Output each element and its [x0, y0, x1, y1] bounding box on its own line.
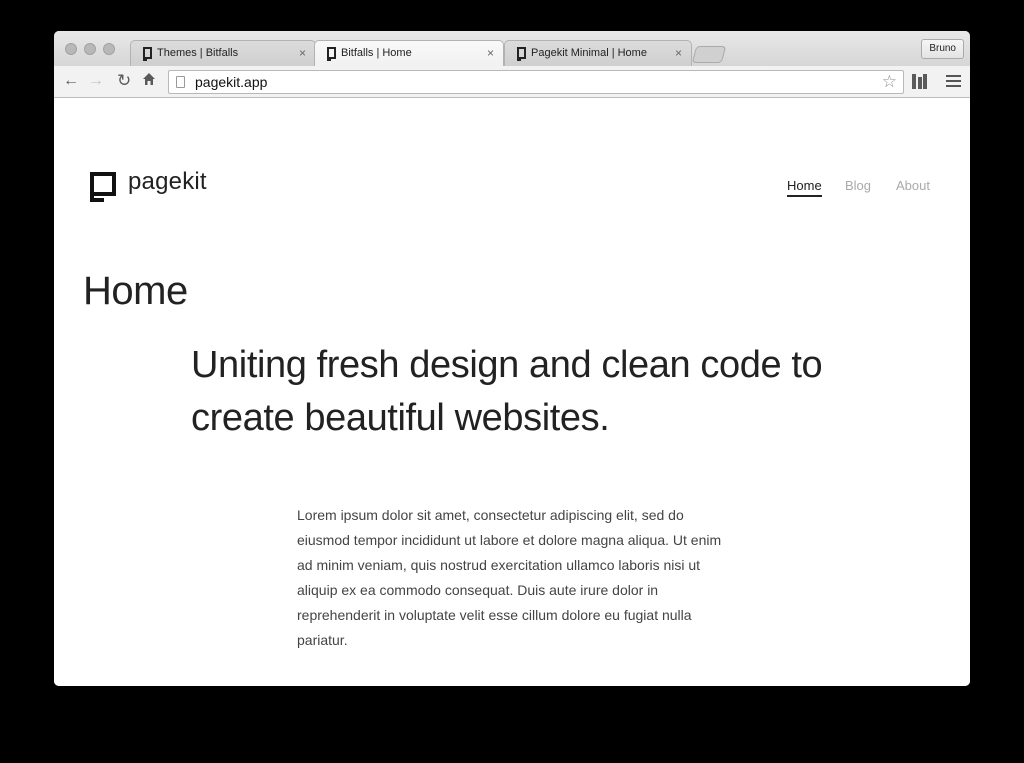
arrow-right-icon[interactable]: →: [88, 72, 104, 90]
tab-strip: Themes | Bitfalls × Bitfalls | Home × Pa…: [54, 31, 970, 66]
url-text[interactable]: pagekit.app: [195, 71, 267, 93]
tab-close-icon[interactable]: ×: [299, 41, 306, 66]
pagekit-favicon-icon: [143, 47, 152, 59]
tab-themes-bitfalls[interactable]: Themes | Bitfalls ×: [130, 40, 316, 66]
arrow-left-icon[interactable]: ←: [63, 72, 79, 90]
body-paragraph: Lorem ipsum dolor sit amet, consectetur …: [297, 507, 722, 648]
hamburger-menu-icon[interactable]: [946, 75, 961, 90]
reload-icon[interactable]: ↻: [117, 72, 131, 90]
page-title: Home: [83, 269, 188, 313]
pagekit-logo-icon[interactable]: [90, 172, 116, 202]
nav-link-about[interactable]: About: [896, 178, 930, 193]
browser-window: Themes | Bitfalls × Bitfalls | Home × Pa…: [54, 31, 970, 686]
profile-button[interactable]: Bruno: [921, 39, 964, 59]
star-icon[interactable]: ☆: [882, 72, 897, 92]
pagekit-favicon-icon: [327, 47, 336, 59]
page-icon: [176, 76, 185, 88]
tab-title: Pagekit Minimal | Home: [531, 47, 647, 59]
address-bar[interactable]: pagekit.app ☆: [168, 70, 904, 94]
new-tab-button[interactable]: [691, 46, 727, 63]
tab-close-icon[interactable]: ×: [487, 41, 494, 66]
site-logo-text[interactable]: pagekit: [128, 168, 207, 196]
nav-link-home[interactable]: Home: [787, 178, 822, 197]
minimize-window-button[interactable]: [84, 43, 96, 55]
extension-icon[interactable]: [912, 74, 927, 89]
web-page: pagekit Home Blog About Home Uniting fre…: [54, 98, 970, 686]
close-window-button[interactable]: [65, 43, 77, 55]
zoom-window-button[interactable]: [103, 43, 115, 55]
lead-paragraph: Uniting fresh design and clean code to c…: [191, 344, 823, 439]
pagekit-favicon-icon: [517, 47, 526, 59]
tab-title: Bitfalls | Home: [341, 47, 412, 59]
tab-bitfalls-home[interactable]: Bitfalls | Home ×: [314, 40, 504, 66]
nav-link-blog[interactable]: Blog: [845, 178, 871, 193]
home-icon[interactable]: [142, 72, 156, 91]
tab-close-icon[interactable]: ×: [675, 41, 682, 66]
browser-toolbar: ← → ↻ pagekit.app ☆: [54, 66, 970, 98]
tab-pagekit-minimal-home[interactable]: Pagekit Minimal | Home ×: [504, 40, 692, 66]
tab-title: Themes | Bitfalls: [157, 47, 239, 59]
